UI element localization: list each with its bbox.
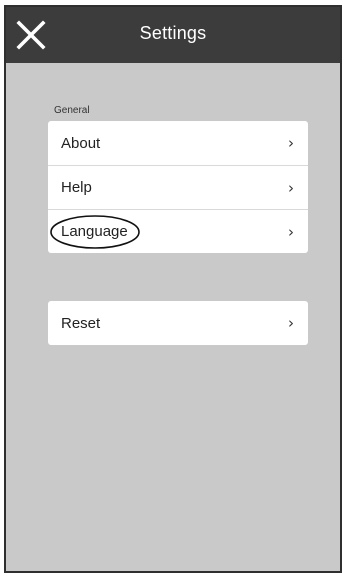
settings-item-language[interactable]: Language › bbox=[48, 209, 308, 253]
settings-screen: Settings General About › Help › Language… bbox=[4, 5, 342, 573]
settings-item-label: Help bbox=[61, 179, 92, 196]
settings-item-label: Language bbox=[61, 223, 128, 240]
general-settings-group: About › Help › Language › bbox=[48, 121, 308, 253]
reset-settings-group: Reset › bbox=[48, 301, 308, 345]
chevron-right-icon: › bbox=[288, 314, 294, 332]
settings-item-label: About bbox=[61, 134, 101, 152]
page-title: Settings bbox=[139, 23, 207, 43]
chevron-right-icon: › bbox=[288, 134, 294, 152]
settings-item-help[interactable]: Help › bbox=[48, 165, 308, 209]
settings-item-label: Reset bbox=[61, 314, 101, 332]
header-bar: Settings bbox=[6, 7, 340, 63]
chevron-right-icon: › bbox=[288, 222, 294, 241]
section-label-general: General bbox=[54, 105, 90, 116]
settings-item-about[interactable]: About › bbox=[48, 121, 308, 165]
settings-item-reset[interactable]: Reset › bbox=[48, 301, 308, 345]
chevron-right-icon: › bbox=[288, 178, 294, 197]
